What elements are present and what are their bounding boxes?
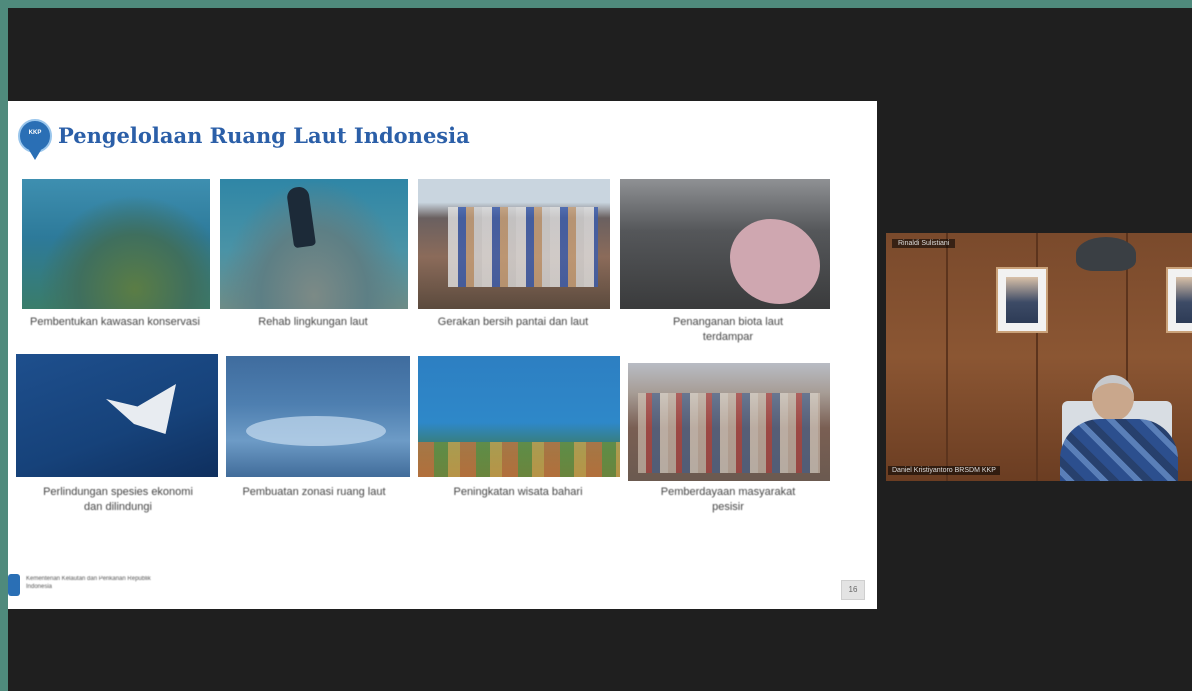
caption-rehab: Rehab lingkungan laut [258, 316, 368, 328]
slide-title: Pengelolaan Ruang Laut Indonesia [58, 123, 470, 148]
video-call-stage: KKP Pengelolaan Ruang Laut Indonesia Pem… [8, 8, 1192, 691]
photo-species-protection [16, 354, 218, 477]
participant-name-label: Daniel Kristiyantoro BRSDM KKP [888, 466, 1000, 475]
photo-rehab [220, 179, 408, 309]
caption-zoning: Pembuatan zonasi ruang laut [242, 486, 386, 498]
slide-page-number: 16 [841, 580, 865, 600]
participant-label-top: Rinaldi Sulistiani [892, 239, 956, 248]
photo-stranded-biota [620, 179, 830, 309]
participant-avatar [1052, 371, 1182, 481]
caption-marine-tourism: Peningkatan wisata bahari [453, 486, 583, 498]
wall-portrait-left [996, 267, 1048, 333]
photo-community [628, 363, 830, 481]
participant-video-tile[interactable]: Rinaldi Sulistiani Daniel Kristiyantoro … [886, 233, 1192, 481]
kkp-logo-icon: KKP [18, 119, 52, 160]
caption-stranded-biota: Penanganan biota laut terdampar [672, 316, 784, 343]
photo-marine-tourism [418, 356, 620, 477]
caption-species-protection: Perlindungan spesies ekonomi dan dilindu… [43, 486, 193, 513]
caption-community: Pemberdayaan masyarakat pesisir [660, 486, 796, 513]
shared-slide: KKP Pengelolaan Ruang Laut Indonesia Pem… [8, 101, 877, 609]
ministry-logo-icon [8, 574, 20, 596]
photo-conservation [22, 179, 210, 309]
garuda-emblem-icon [1076, 237, 1136, 271]
photo-zoning [226, 356, 410, 477]
wall-portrait-right [1166, 267, 1192, 333]
photo-beach-cleanup [418, 179, 610, 309]
caption-conservation: Pembentukan kawasan konservasi [30, 316, 200, 328]
caption-beach-cleanup: Gerakan bersih pantai dan laut [437, 316, 589, 328]
slide-footer: Kementerian Kelautan dan Perikanan Repub… [26, 576, 151, 590]
